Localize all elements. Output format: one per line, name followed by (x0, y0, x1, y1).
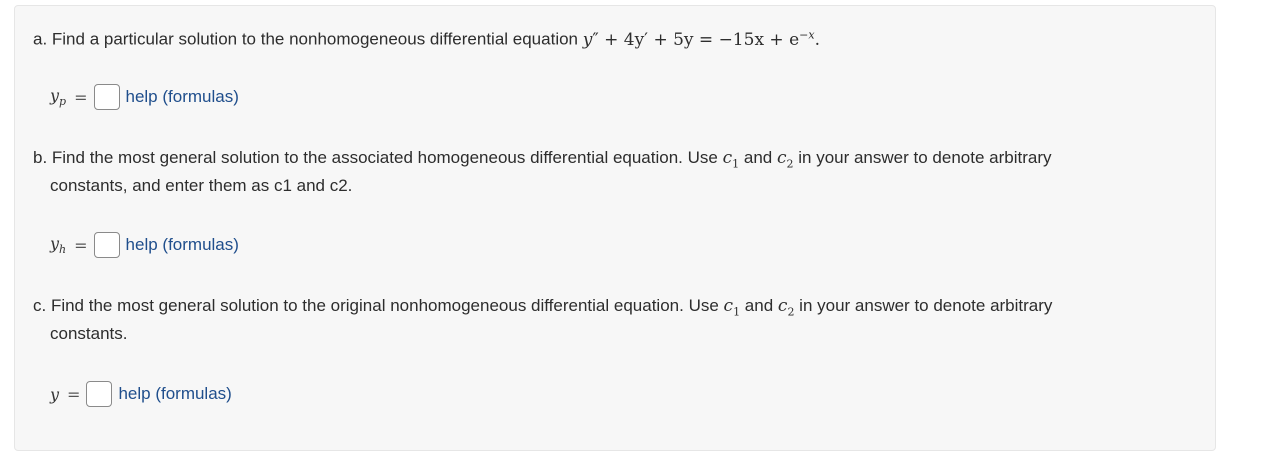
yh-label: yh (50, 233, 67, 257)
c1-symbol: c1 (723, 296, 741, 319)
c2-symbol: c2 (776, 148, 794, 171)
part-a-text: a. Find a particular solution to the non… (33, 29, 579, 49)
help-formulas-link-b[interactable]: help (formulas) (126, 235, 239, 255)
y-label: y (50, 384, 60, 404)
part-c-text: c. Find the most general solution to the… (33, 296, 719, 315)
part-c-answer-row: y = help (formulas) (50, 380, 232, 408)
part-b-answer-row: yh = help (formulas) (50, 231, 239, 259)
help-formulas-link-c[interactable]: help (formulas) (118, 384, 231, 404)
yh-answer-input[interactable] (93, 232, 120, 258)
y-answer-input[interactable] (86, 381, 113, 407)
part-a-answer-row: yp = help (formulas) (50, 83, 239, 111)
c1-symbol: c1 (722, 148, 740, 171)
equals-sign: = (74, 87, 88, 107)
help-formulas-link-a[interactable]: help (formulas) (126, 87, 239, 107)
yp-label: yp (50, 85, 67, 109)
equals-sign: = (74, 235, 88, 255)
part-a-question: a. Find a particular solution to the non… (33, 21, 820, 54)
part-b-question-line2: constants, and enter them as c1 and c2. (50, 176, 353, 195)
part-b-text: b. Find the most general solution to the… (33, 148, 718, 167)
equals-sign: = (67, 384, 81, 404)
c2-symbol: c2 (777, 296, 795, 319)
part-c-question: c. Find the most general solution to the… (33, 296, 1053, 319)
part-c-question-line2: constants. (50, 324, 128, 343)
yp-answer-input[interactable] (93, 84, 120, 110)
part-a-equation: y″ + 4y′ + 5y = −15x + e−x. (582, 28, 820, 50)
